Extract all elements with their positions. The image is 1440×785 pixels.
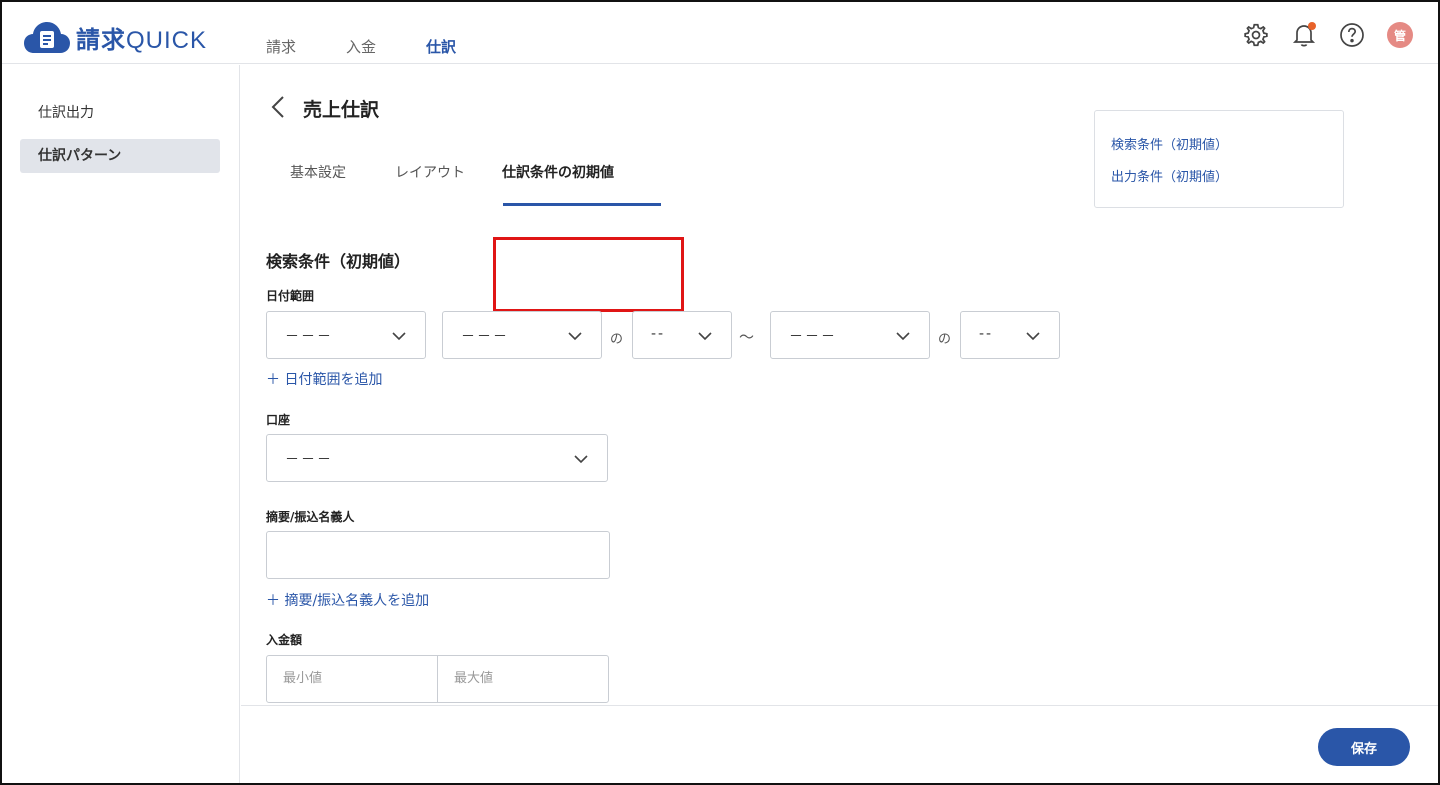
date-from-day-select[interactable]: --: [632, 311, 732, 359]
select-value: －－－: [789, 329, 837, 345]
chevron-down-icon: [1026, 332, 1040, 341]
tab-basic-settings[interactable]: 基本設定: [290, 160, 346, 210]
chevron-left-icon: [271, 96, 284, 118]
select-value: －－－: [285, 329, 333, 345]
nav-item-journal[interactable]: 仕訳: [426, 36, 456, 57]
chevron-down-icon: [392, 332, 406, 341]
add-memo-payer-link[interactable]: ＋ 摘要/振込名義人を追加: [266, 590, 429, 610]
toc-link-search-defaults[interactable]: 検索条件（初期値）: [1111, 134, 1228, 153]
date-from-month-select[interactable]: －－－: [442, 311, 602, 359]
cloud-document-icon: [24, 21, 70, 53]
logo-kanji: 請求: [76, 26, 126, 54]
highlight-annotation-box: [493, 237, 684, 312]
date-to-day-select[interactable]: --: [960, 311, 1060, 359]
no-separator: の: [938, 332, 952, 347]
tilde-separator: 〜: [739, 328, 755, 346]
help-button[interactable]: [1338, 21, 1366, 49]
amount-label: 入金額: [266, 633, 303, 647]
user-menu-button[interactable]: 管: [1386, 21, 1414, 49]
memo-payer-input[interactable]: [266, 531, 610, 579]
nav-item-payment[interactable]: 入金: [346, 36, 376, 57]
save-button[interactable]: 保存: [1318, 728, 1410, 766]
settings-button[interactable]: [1242, 21, 1270, 49]
top-header: 請求QUICK 請求 入金 仕訳 管: [2, 2, 1438, 64]
active-tab-indicator: [503, 203, 661, 206]
notification-dot: [1308, 22, 1316, 30]
date-to-year-select[interactable]: －－－: [770, 311, 930, 359]
amount-range: 最小値 最大値: [266, 655, 609, 703]
section-title-search-defaults: 検索条件（初期値）: [266, 252, 411, 271]
toc-link-output-defaults[interactable]: 出力条件（初期値）: [1111, 166, 1228, 185]
top-navigation: 請求 入金 仕訳: [266, 36, 506, 57]
sidebar-item-journal-output[interactable]: 仕訳出力: [20, 96, 220, 130]
app-window: 請求QUICK 請求 入金 仕訳 管 仕訳出力 仕訳パターン 売上仕訳 基本設定…: [0, 0, 1440, 785]
header-icon-group: 管: [1222, 21, 1414, 49]
chevron-down-icon: [698, 332, 712, 341]
add-date-range-link[interactable]: ＋ 日付範囲を追加: [266, 369, 382, 389]
chevron-down-icon: [574, 455, 588, 464]
chevron-down-icon: [896, 332, 910, 341]
date-range-label: 日付範囲: [266, 289, 315, 303]
select-value: －－－: [461, 329, 509, 345]
logo-latin: QUICK: [126, 27, 208, 54]
date-from-year-select[interactable]: －－－: [266, 311, 426, 359]
footer-bar: 保存: [241, 705, 1438, 783]
memo-payer-label: 摘要/振込名義人: [266, 510, 355, 524]
nav-item-invoice[interactable]: 請求: [266, 36, 296, 57]
account-select[interactable]: －－－: [266, 434, 608, 482]
notifications-button[interactable]: [1290, 21, 1318, 49]
avatar: 管: [1387, 22, 1413, 48]
tab-layout[interactable]: レイアウト: [395, 160, 465, 210]
sidebar: 仕訳出力 仕訳パターン: [2, 65, 240, 783]
app-logo[interactable]: 請求QUICK: [24, 20, 207, 55]
page-title: 売上仕訳: [303, 99, 380, 121]
gear-icon: [1244, 23, 1268, 47]
amount-min-input[interactable]: 最小値: [267, 656, 437, 702]
amount-max-input[interactable]: 最大値: [437, 656, 608, 702]
select-value: --: [651, 326, 666, 342]
back-button[interactable]: [269, 95, 289, 119]
no-separator: の: [610, 332, 624, 347]
help-icon: [1340, 23, 1364, 47]
chevron-down-icon: [568, 332, 582, 341]
in-page-navigation: 検索条件（初期値） 出力条件（初期値）: [1094, 110, 1344, 208]
select-value: －－－: [285, 452, 333, 468]
logo-text: 請求QUICK: [76, 20, 207, 55]
select-value: --: [979, 326, 994, 342]
sidebar-item-journal-pattern[interactable]: 仕訳パターン: [20, 139, 220, 173]
account-label: 口座: [266, 413, 291, 427]
main-content: 売上仕訳 基本設定 レイアウト 仕訳条件の初期値 検索条件（初期値） 日付範囲 …: [241, 65, 1438, 705]
